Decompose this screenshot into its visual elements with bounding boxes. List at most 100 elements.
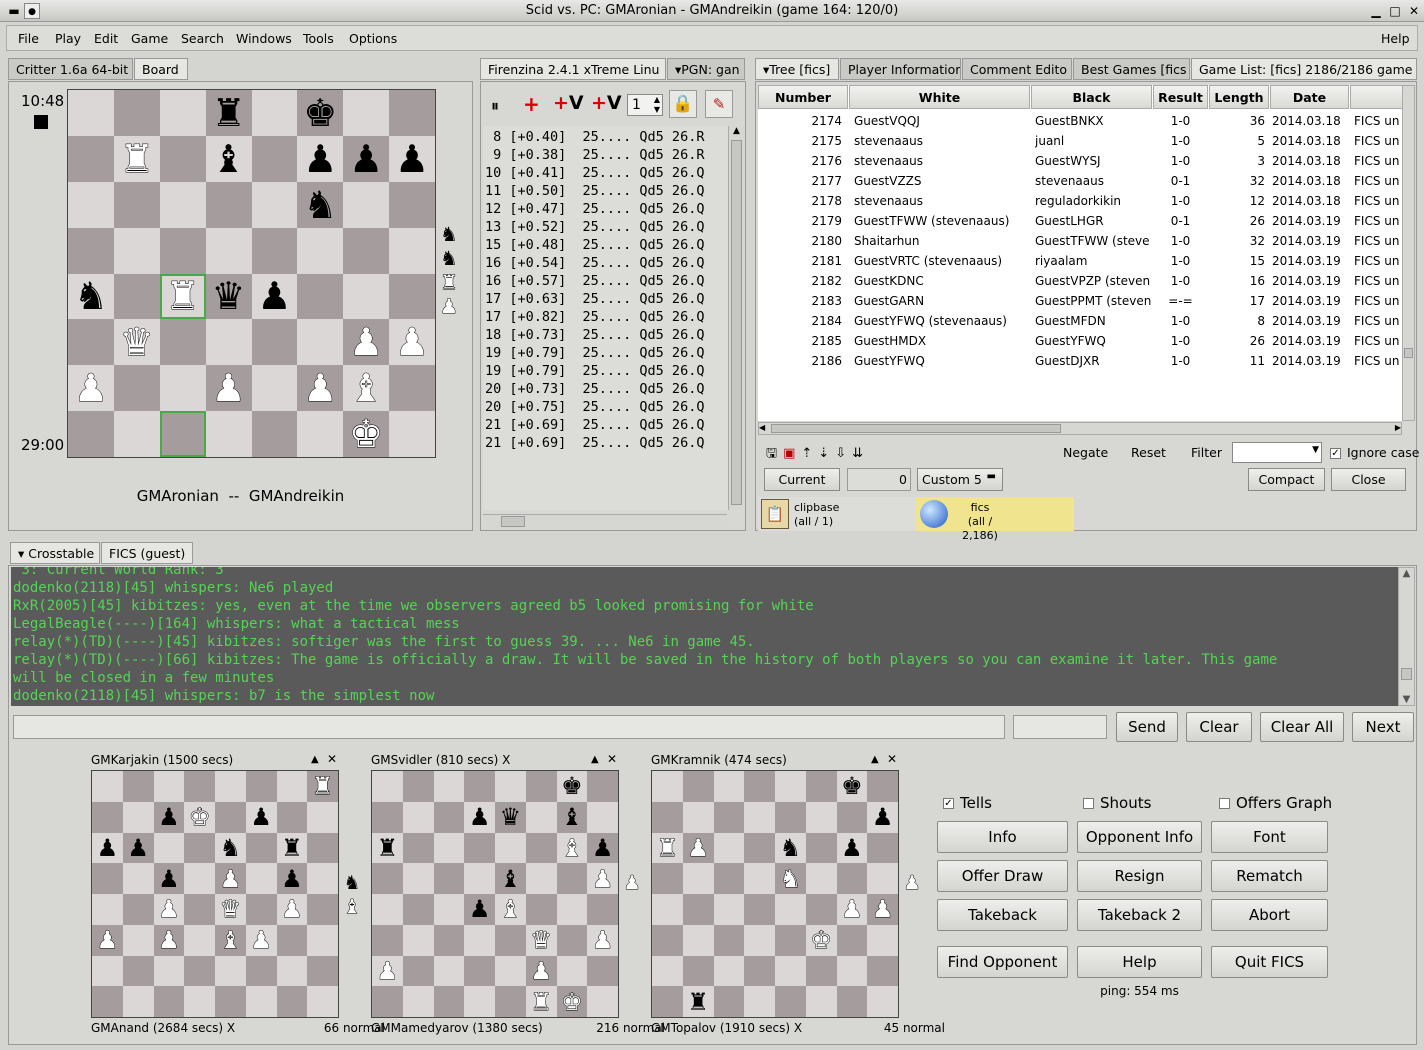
board-square[interactable] <box>805 832 837 864</box>
column-event[interactable] <box>1350 85 1402 109</box>
board-square[interactable] <box>713 894 745 925</box>
engine-line[interactable]: 13 [+0.52] 25.... Qd5 26.Q <box>485 218 728 236</box>
menu-tools[interactable]: Tools <box>303 31 334 46</box>
board-square[interactable] <box>372 894 403 925</box>
board-square[interactable] <box>307 924 338 956</box>
board-square[interactable]: ♝ <box>495 863 526 894</box>
multipv-spinbox[interactable]: 1 ▲ ▼ <box>627 94 663 116</box>
board-square[interactable]: ♟ <box>92 924 123 956</box>
white-queen-icon[interactable]: ♛ <box>219 897 241 922</box>
pause-engine-icon[interactable]: ⏸ <box>491 96 499 116</box>
board-square[interactable] <box>805 863 837 894</box>
board-square[interactable] <box>276 986 308 1017</box>
black-pawn-icon[interactable]: ♟ <box>281 867 303 891</box>
command-input[interactable] <box>13 715 1005 739</box>
white-rook-icon[interactable]: ♜ <box>165 277 200 316</box>
board-square[interactable] <box>775 955 806 987</box>
white-pawn-icon[interactable]: ♟ <box>376 958 398 983</box>
white-rook-icon[interactable]: ♜ <box>530 989 552 1014</box>
board-square[interactable] <box>159 181 206 228</box>
board-square[interactable] <box>184 986 215 1017</box>
observed-chessboard[interactable]: ♚ ♟ ♛ ♝ ♜ ♝ ♟ ♝ ♟ ♟ ♝ ♛ ♟ ♟ ♟ ♜ ♚ <box>371 770 619 1018</box>
white-pawn-icon[interactable]: ♟ <box>440 294 459 319</box>
board-square[interactable]: ♟ <box>525 955 557 987</box>
observed-chessboard[interactable]: ♜ ♟ ♚ ♟ ♟ ♟ ♞ ♜ ♟ ♟ ♟ ♟ ♛ ♟ ♟ ♟ ♝ ♟ <box>91 770 339 1018</box>
board-square[interactable] <box>775 986 806 1017</box>
black-knight-icon[interactable]: ♞ <box>343 871 360 895</box>
board-square[interactable] <box>153 986 185 1017</box>
board-square[interactable] <box>297 411 344 457</box>
board-square[interactable] <box>68 181 114 228</box>
engine-line[interactable]: 8 [+0.40] 25.... Qd5 26.R <box>485 128 728 146</box>
board-square[interactable] <box>68 90 114 136</box>
board-square[interactable] <box>744 986 775 1017</box>
board-square[interactable] <box>652 801 683 833</box>
white-pawn-icon[interactable]: ♟ <box>250 928 272 953</box>
black-rook-icon[interactable]: ♜ <box>212 94 246 132</box>
table-row[interactable]: 2179 GuestTFWW (stevenaaus) GuestLHGR 0-1 26… <box>758 212 1402 232</box>
board-square[interactable]: ♟ <box>372 955 403 987</box>
board-square[interactable]: ♟ <box>389 135 435 182</box>
board-square[interactable] <box>867 771 898 802</box>
ignore-case-checkbox[interactable]: ✓ Ignore case <box>1330 445 1419 460</box>
board-square[interactable] <box>372 771 403 802</box>
board-square[interactable] <box>464 924 495 956</box>
board-square[interactable] <box>113 273 160 320</box>
board-square[interactable] <box>215 955 246 987</box>
quit-fics-button[interactable]: Quit FICS <box>1211 946 1328 978</box>
black-pawn-icon[interactable]: ♟ <box>97 836 119 860</box>
white-pawn-icon[interactable]: ♟ <box>687 835 709 860</box>
board-square[interactable] <box>153 832 185 864</box>
engine-line[interactable]: 10 [+0.41] 25.... Qd5 26.Q <box>485 164 728 182</box>
engine-hscrollbar[interactable] <box>483 514 727 528</box>
board-square[interactable] <box>245 986 277 1017</box>
board-square[interactable]: ♟ <box>836 894 868 925</box>
board-square[interactable] <box>343 181 390 228</box>
board-square[interactable]: ♜ <box>652 832 683 864</box>
sort-down-icon[interactable]: ⇩ <box>835 446 852 461</box>
board-square[interactable] <box>372 863 403 894</box>
check-icon[interactable]: ✓ <box>943 798 954 809</box>
board-square[interactable] <box>113 227 160 274</box>
black-pawn-icon[interactable]: ♟ <box>872 805 894 829</box>
board-square[interactable] <box>525 801 557 833</box>
white-pawn-icon[interactable]: ♟ <box>73 369 108 408</box>
board-square[interactable] <box>775 924 806 956</box>
board-square[interactable] <box>245 955 277 987</box>
board-square[interactable] <box>682 801 714 833</box>
board-square[interactable] <box>556 863 588 894</box>
board-square[interactable]: ♟ <box>215 863 246 894</box>
board-square[interactable] <box>251 411 298 457</box>
board-square[interactable] <box>113 90 160 136</box>
board-square[interactable] <box>867 924 898 956</box>
board-square[interactable] <box>122 771 154 802</box>
close-button[interactable]: Close <box>1331 468 1406 491</box>
black-pawn-icon[interactable]: ♟ <box>592 836 614 860</box>
save-icon[interactable]: 🖫 <box>766 446 783 461</box>
black-queen-icon[interactable]: ♛ <box>212 277 246 315</box>
column-number[interactable]: Number <box>758 85 848 109</box>
board-square[interactable]: ♟ <box>245 924 277 956</box>
column-date[interactable]: Date <box>1270 85 1349 109</box>
board-square[interactable]: ♟ <box>389 319 435 366</box>
close-observed-icon[interactable]: ✕ <box>887 752 897 766</box>
white-king-icon[interactable]: ♚ <box>188 805 210 830</box>
board-square[interactable] <box>307 801 338 833</box>
board-square[interactable] <box>744 832 775 864</box>
board-square[interactable] <box>867 832 898 864</box>
close-observed-icon[interactable]: ✕ <box>327 752 337 766</box>
board-square[interactable] <box>652 924 683 956</box>
engine-line[interactable]: 16 [+0.54] 25.... Qd5 26.Q <box>485 254 728 272</box>
board-square[interactable] <box>215 801 246 833</box>
table-row[interactable]: 2177 GuestVZZS stevenaaus 0-1 32 2014.03.18 FI… <box>758 172 1402 192</box>
column-result[interactable]: Result <box>1153 85 1208 109</box>
board-square[interactable] <box>775 771 806 802</box>
board-square[interactable]: ♟ <box>68 365 114 412</box>
white-pawn-icon[interactable]: ♟ <box>903 871 921 895</box>
info-button[interactable]: Info <box>937 821 1068 853</box>
board-square[interactable] <box>389 411 435 457</box>
tab-engine[interactable]: Firenzina 2.4.1 xTreme Linu <box>480 58 666 80</box>
board-square[interactable] <box>251 227 298 274</box>
tab-game-list[interactable]: Game List: [fics] 2186/2186 game <box>1191 58 1417 80</box>
board-square[interactable] <box>68 411 114 457</box>
